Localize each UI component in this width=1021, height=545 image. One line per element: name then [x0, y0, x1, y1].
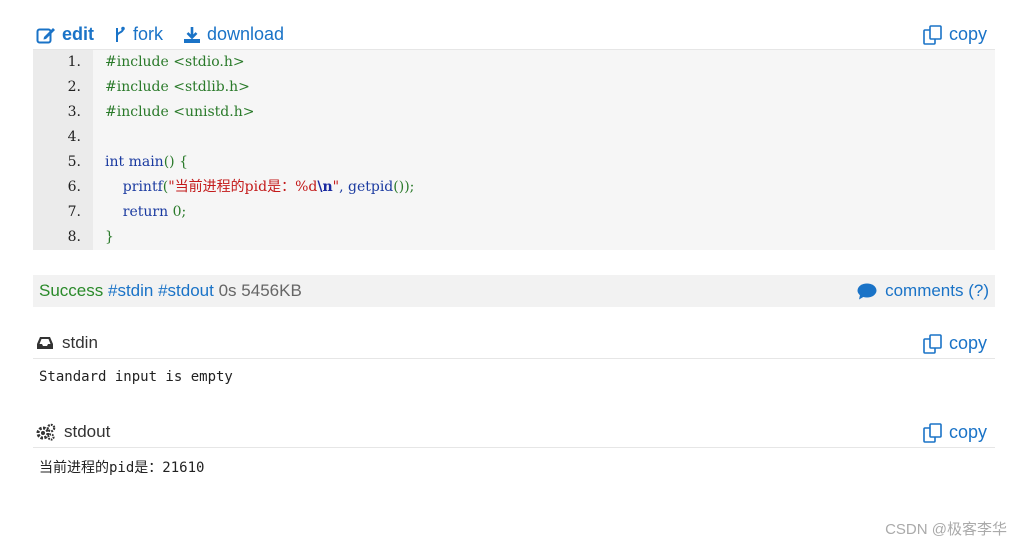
edit-icon — [36, 27, 55, 43]
copy-label: copy — [948, 24, 987, 44]
code-line: 3. #include <unistd.h> — [33, 100, 995, 125]
copy-icon — [923, 422, 942, 443]
copy-label: copy — [948, 422, 987, 442]
stdout-section-header: stdout copy — [33, 417, 995, 448]
code-token: ; — [181, 204, 187, 220]
code-text: #include <stdlib.h> — [105, 75, 250, 100]
code-line: 4. — [33, 125, 995, 150]
exec-time: 0s — [218, 281, 237, 300]
line-number: 7. — [67, 204, 81, 220]
code-line: 8.} — [33, 225, 995, 250]
status-result: Success — [39, 281, 104, 300]
code-token: 0 — [168, 204, 182, 220]
code-token: printf — [105, 179, 163, 195]
fork-button[interactable]: fork — [113, 24, 163, 45]
comment-icon — [857, 283, 877, 299]
code-line: 7. return 0; — [33, 200, 995, 225]
source-code-block[interactable]: 1. #include <stdio.h> 2. #include <stdlib.h… — [33, 49, 995, 250]
status-text: Success #stdin #stdout 0s 5456KB — [39, 281, 302, 301]
stdin-title: stdin — [36, 333, 98, 353]
stdin-section-header: stdin copy — [33, 328, 995, 359]
download-button[interactable]: download — [183, 24, 284, 45]
line-number: 6. — [67, 179, 81, 195]
inbox-icon — [37, 337, 53, 349]
line-number: 3. — [67, 104, 81, 120]
code-line: 5. int main() { — [33, 150, 995, 175]
code-text: } — [105, 225, 114, 250]
gears-icon — [36, 423, 56, 441]
code-token: } — [105, 229, 114, 245]
line-number: 4. — [67, 129, 81, 145]
code-copy-button[interactable]: copy — [923, 24, 987, 45]
stdout-tag-link[interactable]: #stdout — [158, 281, 214, 300]
code-token: () { — [163, 154, 188, 170]
code-token: #include <unistd.h> — [105, 104, 255, 120]
code-token: #include <stdio.h> — [105, 54, 245, 70]
result-status-bar: Success #stdin #stdout 0s 5456KB comment… — [33, 275, 995, 307]
fork-label: fork — [133, 24, 164, 44]
code-token: #include <stdlib.h> — [105, 79, 250, 95]
stdout-copy-button[interactable]: copy — [923, 422, 987, 443]
comments-label: comments (?) — [885, 281, 989, 300]
stdin-title-label: stdin — [62, 333, 98, 352]
code-line: 2. #include <stdlib.h> — [33, 75, 995, 100]
watermark: CSDN @极客李华 — [885, 521, 1007, 538]
memory-usage: 5456KB — [241, 281, 302, 300]
code-token: main — [124, 154, 164, 170]
code-line: 6. printf("当前进程的pid是：%d\n", getpid()); — [33, 175, 995, 200]
stdout-content: 当前进程的pid是：21610 — [39, 460, 205, 476]
stdin-copy-button[interactable]: copy — [923, 333, 987, 354]
download-label: download — [207, 24, 285, 44]
stdin-tag-link[interactable]: #stdin — [108, 281, 153, 300]
copy-icon — [923, 24, 942, 45]
stdin-content: Standard input is empty — [39, 369, 233, 385]
edit-label: edit — [62, 24, 95, 44]
code-text: printf("当前进程的pid是：%d\n", getpid()); — [105, 175, 415, 200]
copy-label: copy — [948, 333, 987, 353]
code-token: "当前进程的pid是：%d — [168, 179, 318, 195]
line-number: 8. — [67, 229, 81, 245]
code-text: #include <stdio.h> — [105, 50, 245, 75]
comments-link[interactable]: comments (?) — [857, 281, 989, 301]
fork-icon — [116, 26, 125, 42]
code-token: int — [105, 154, 125, 170]
stdout-title: stdout — [36, 422, 110, 442]
code-text: int main() { — [105, 150, 188, 175]
line-number: 1. — [67, 54, 81, 70]
code-token: ()); — [393, 179, 415, 195]
code-toolbar: edit fork download copy — [33, 22, 995, 49]
copy-icon — [923, 333, 942, 354]
line-number: 5. — [67, 154, 81, 170]
stdout-title-label: stdout — [64, 422, 111, 441]
code-token: , getpid — [339, 179, 394, 195]
line-number: 2. — [67, 79, 81, 95]
edit-button[interactable]: edit — [36, 24, 94, 45]
code-line: 1. #include <stdio.h> — [33, 50, 995, 75]
code-text: #include <unistd.h> — [105, 100, 254, 125]
code-token: return — [105, 204, 169, 220]
code-token: \n — [317, 179, 333, 195]
download-icon — [184, 26, 200, 43]
code-text: return 0; — [105, 200, 186, 225]
